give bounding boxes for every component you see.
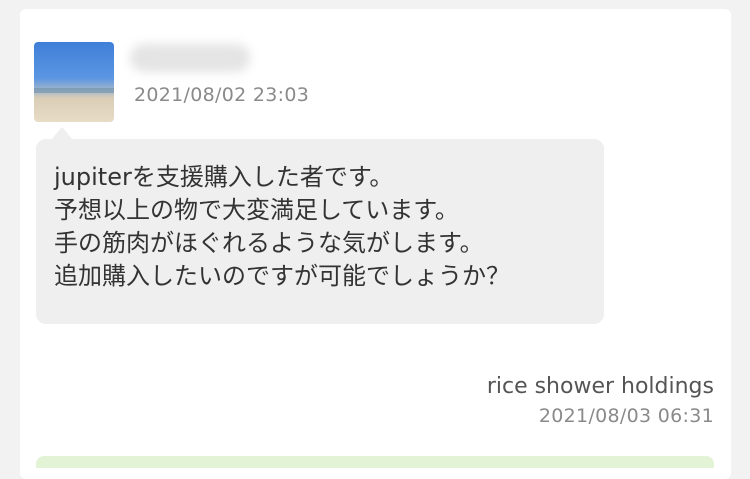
message-line: 手の筋肉がほぐれるような気がします。 [54,229,484,257]
message-line: 予想以上の物で大変満足しています。 [54,196,459,224]
avatar-photo-horizon [34,88,114,93]
received-timestamp: 2021/08/02 23:03 [134,84,310,106]
message-line: jupiterを支援購入した者です。 [54,163,394,191]
message-line: 追加購入したいのですが可能でしょうか？ [54,262,510,290]
sender-avatar[interactable] [34,42,114,122]
reply-sender-name: rice shower holdings [486,374,714,399]
received-message-bubble: jupiterを支援購入した者です。 予想以上の物で大変満足しています。 手の筋… [36,139,604,324]
reply-message-bubble [36,456,714,468]
reply-timestamp: 2021/08/03 06:31 [538,405,714,427]
sender-name-redacted [130,44,250,72]
